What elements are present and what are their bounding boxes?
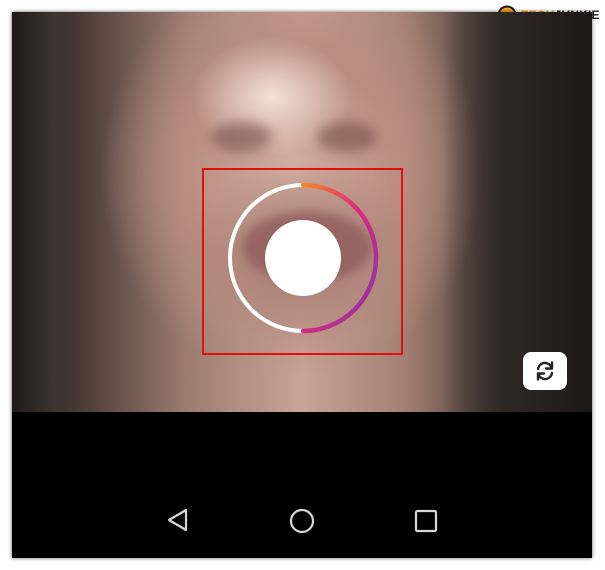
camera-preview <box>12 12 592 412</box>
flip-camera-icon <box>536 361 554 381</box>
camera-preview-hair-right <box>442 12 592 412</box>
camera-preview-shadow <box>212 122 272 152</box>
recents-square-icon[interactable] <box>414 509 438 533</box>
flip-camera-button[interactable] <box>523 352 567 390</box>
camera-preview-hair-left <box>12 12 82 412</box>
phone-screen <box>12 12 592 558</box>
navigation-bar <box>12 412 592 558</box>
highlight-box <box>202 168 403 355</box>
back-triangle-icon[interactable] <box>165 507 191 533</box>
home-circle-icon[interactable] <box>289 508 315 534</box>
camera-preview-shadow <box>317 122 377 152</box>
